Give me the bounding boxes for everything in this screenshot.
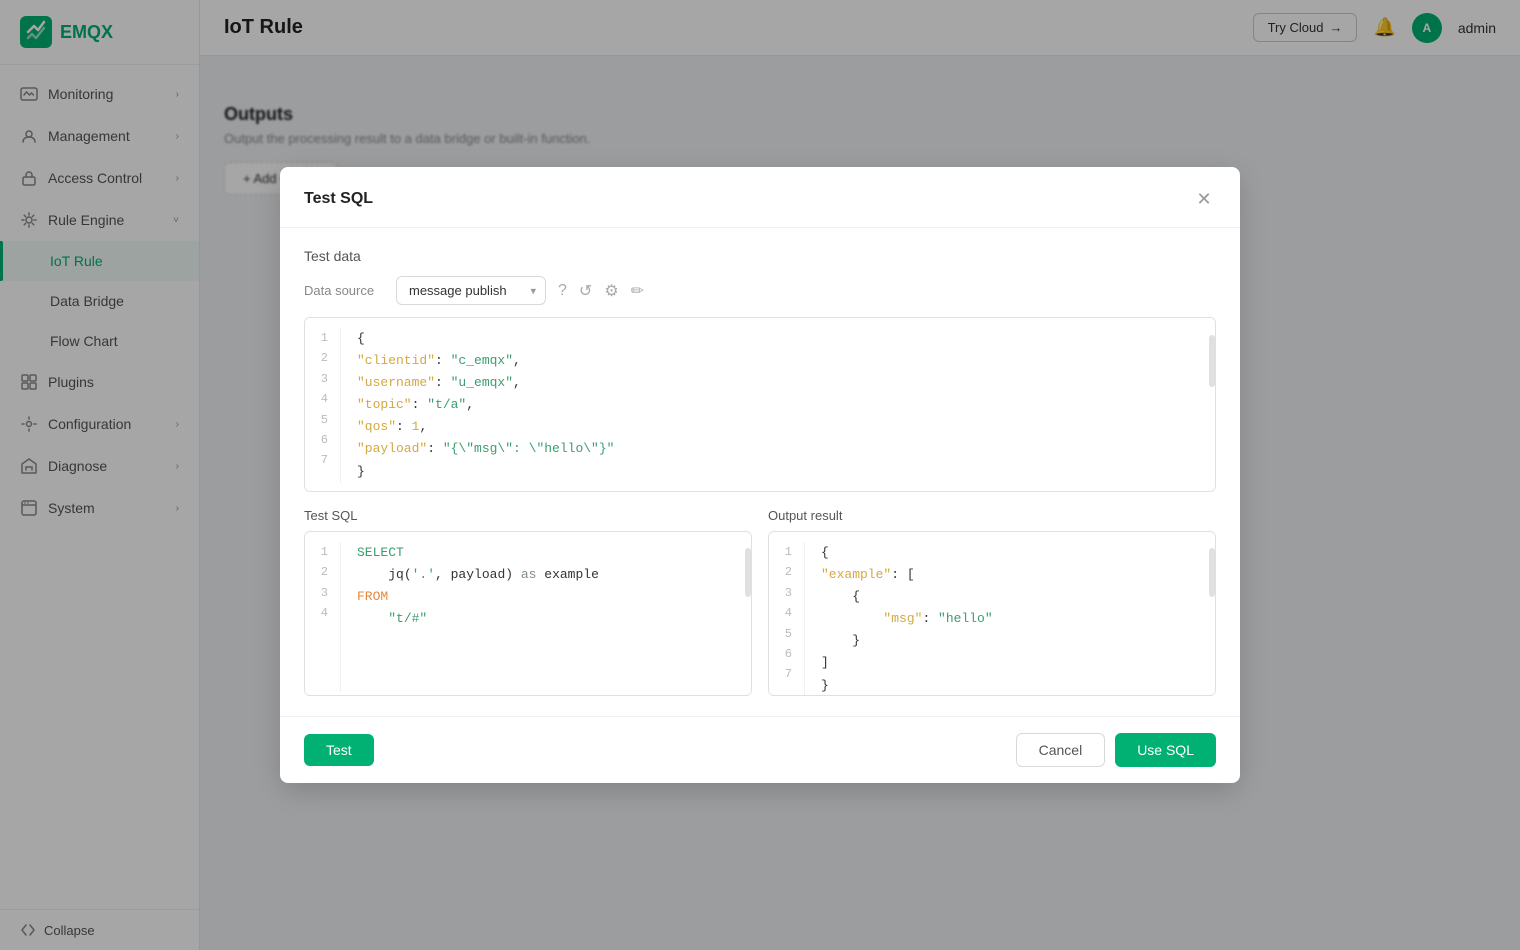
data-source-label: Data source (304, 283, 384, 298)
modal-header: Test SQL ✕ (280, 167, 1240, 228)
test-data-line-numbers: 1234567 (305, 328, 341, 483)
data-source-row: Data source message publish ? ↺ ⚙ ✏ (304, 276, 1216, 305)
test-data-code: { "clientid": "c_emqx", "username": "u_e… (341, 328, 1215, 483)
output-code: { "example": [ { "msg": "hello" } ] } (805, 542, 1215, 696)
help-icon[interactable]: ? (558, 282, 567, 300)
sql-panel: Test SQL 1234 SELECT jq('.', payload) as… (304, 508, 752, 696)
use-sql-button[interactable]: Use SQL (1115, 733, 1216, 767)
refresh-icon[interactable]: ↺ (579, 281, 592, 301)
settings-icon[interactable]: ⚙ (604, 281, 618, 301)
test-sql-modal: Test SQL ✕ Test data Data source message… (280, 167, 1240, 783)
output-scrollbar (1209, 548, 1215, 597)
data-source-select[interactable]: message publish (396, 276, 546, 305)
test-button[interactable]: Test (304, 734, 374, 766)
data-source-select-wrap: message publish (396, 276, 546, 305)
sql-output-row: Test SQL 1234 SELECT jq('.', payload) as… (304, 508, 1216, 696)
modal-title: Test SQL (304, 190, 373, 208)
sql-code: SELECT jq('.', payload) as example FROM … (341, 542, 751, 692)
scrollbar (1209, 335, 1215, 387)
modal-overlay: Test SQL ✕ Test data Data source message… (0, 0, 1520, 950)
modal-close-button[interactable]: ✕ (1192, 187, 1216, 211)
test-data-label: Test data (304, 248, 1216, 264)
modal-footer: Test Cancel Use SQL (280, 716, 1240, 783)
cancel-button[interactable]: Cancel (1016, 733, 1106, 767)
sql-line-numbers: 1234 (305, 542, 341, 692)
output-line-numbers: 1234567 (769, 542, 805, 696)
test-data-editor[interactable]: 1234567 { "clientid": "c_emqx", "usernam… (304, 317, 1216, 492)
footer-right-buttons: Cancel Use SQL (1016, 733, 1216, 767)
output-panel-label: Output result (768, 508, 1216, 523)
sql-panel-label: Test SQL (304, 508, 752, 523)
sql-editor[interactable]: 1234 SELECT jq('.', payload) as example … (304, 531, 752, 696)
edit-icon[interactable]: ✏ (631, 281, 644, 301)
toolbar-icons: ? ↺ ⚙ ✏ (558, 281, 644, 301)
modal-body: Test data Data source message publish ? … (280, 228, 1240, 716)
output-editor: 1234567 { "example": [ { "msg": "hello" … (768, 531, 1216, 696)
sql-scrollbar (745, 548, 751, 597)
output-panel: Output result 1234567 { "example": [ { "… (768, 508, 1216, 696)
